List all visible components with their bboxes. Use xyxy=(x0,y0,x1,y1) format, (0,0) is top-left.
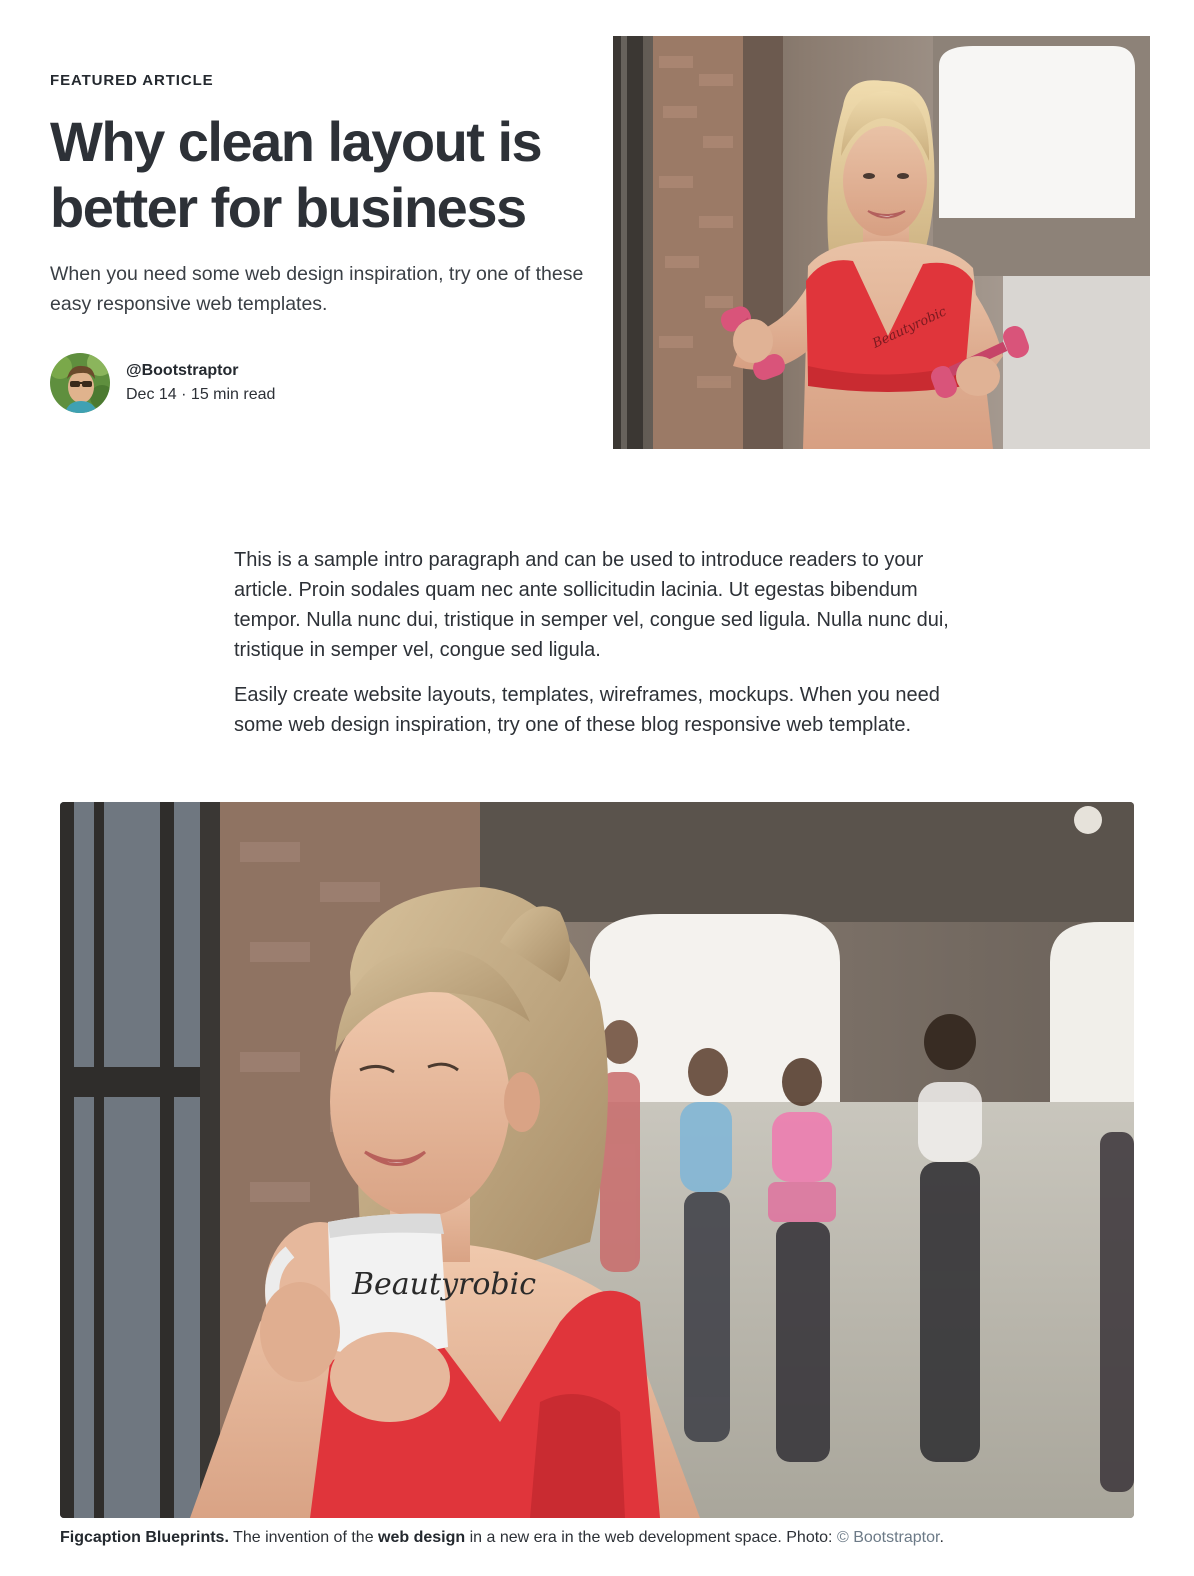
caption-credit-link[interactable]: © Bootstraptor xyxy=(837,1529,940,1546)
figure-caption: Figcaption Blueprints. The invention of … xyxy=(60,1527,1134,1549)
caption-lead: Figcaption Blueprints. xyxy=(60,1529,229,1546)
body-paragraph: Easily create website layouts, templates… xyxy=(234,684,940,736)
caption-emphasis: web design xyxy=(378,1529,466,1546)
figure-image: Beautyrobic xyxy=(60,802,1134,1518)
hero-text: FEATURED ARTICLE Why clean layout is bet… xyxy=(50,72,590,319)
article-date-readtime: Dec 14 · 15 min read xyxy=(126,386,276,403)
featured-article-eyebrow: FEATURED ARTICLE xyxy=(50,72,214,89)
author-block: @Bootstraptor Dec 14 · 15 min read xyxy=(50,353,275,413)
caption-text-1: The invention of the xyxy=(228,1529,379,1546)
avatar-photo-icon xyxy=(50,353,110,413)
figure-mug-text: Beautyrobic xyxy=(351,1267,536,1302)
article-headline: Why clean layout is better for business xyxy=(50,110,543,239)
woman-coffee-mug-gym-photo-icon: Beautyrobic xyxy=(60,802,1134,1518)
author-handle[interactable]: @Bootstraptor xyxy=(126,359,275,383)
article-body: This is a sample intro paragraph and can… xyxy=(234,545,964,755)
author-meta: @Bootstraptor Dec 14 · 15 min read xyxy=(126,359,275,407)
caption-end: . xyxy=(939,1529,944,1546)
intro-paragraph: This is a sample intro paragraph and can… xyxy=(234,549,949,661)
fitness-woman-dumbbells-photo-icon: Beautyrobic xyxy=(613,36,1150,449)
article-subhead: When you need some web design inspiratio… xyxy=(50,263,584,315)
hero-image: Beautyrobic xyxy=(613,36,1150,449)
author-avatar[interactable] xyxy=(50,353,110,413)
caption-text-2: in a new era in the web development spac… xyxy=(465,1529,837,1546)
